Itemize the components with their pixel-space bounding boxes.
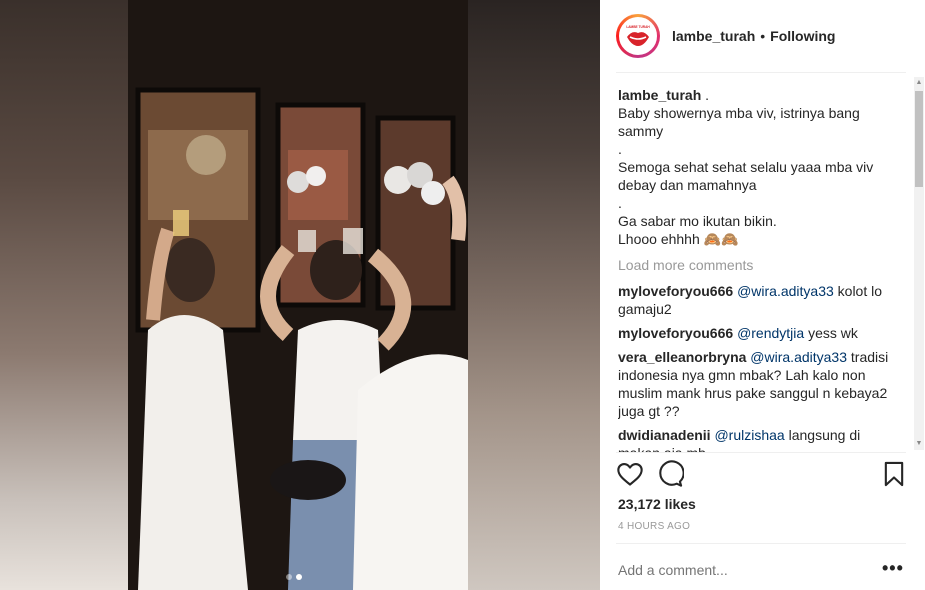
comments-scrollbar[interactable]: ▲ ▼ [914, 77, 924, 450]
header-username[interactable]: lambe_turah [672, 28, 755, 44]
comment-bubble-icon [659, 460, 685, 487]
list-item: dwidianadenii @rulzishaa langsung di mak… [618, 426, 903, 452]
scrollbar-thumb[interactable] [915, 91, 923, 187]
caption-line: Ga sabar mo ikutan bikin. [618, 213, 777, 229]
add-comment-input[interactable] [618, 562, 858, 578]
scroll-down-arrow-icon[interactable]: ▼ [914, 438, 924, 450]
header-divider [616, 72, 906, 73]
comments-list[interactable]: lambe_turah . Baby showernya mba viv, is… [618, 86, 903, 452]
caption-line: Baby showernya mba viv, istrinya bang sa… [618, 105, 864, 139]
action-bar [616, 460, 908, 492]
post-video[interactable] [128, 0, 468, 590]
video-frame-illustration [128, 0, 468, 590]
comment-username[interactable]: myloveforyou666 [618, 325, 733, 341]
comment-mention[interactable]: @wira.aditya33 [737, 283, 834, 299]
load-more-comments-button[interactable]: Load more comments [618, 256, 903, 274]
media-blur-right [468, 0, 600, 590]
post-media[interactable] [0, 0, 600, 590]
comment-username[interactable]: dwidianadenii [618, 427, 711, 443]
scroll-up-arrow-icon[interactable]: ▲ [914, 77, 924, 89]
comment-mention[interactable]: @wira.aditya33 [750, 349, 847, 365]
comment-button[interactable] [656, 460, 685, 488]
media-blur-left [0, 0, 128, 590]
comment-mention[interactable]: @rulzishaa [714, 427, 784, 443]
header-separator: • [760, 28, 766, 44]
caption-line: . [618, 141, 622, 157]
post-timestamp[interactable]: 4 HOURS AGO [618, 521, 690, 532]
caption: lambe_turah . Baby showernya mba viv, is… [618, 86, 903, 248]
comment-username[interactable]: vera_elleanorbryna [618, 349, 746, 365]
more-options-button[interactable]: ••• [882, 558, 904, 579]
caption-username[interactable]: lambe_turah [618, 87, 701, 103]
post-header: LAMBE TURAH lambe_turah • Following [616, 10, 916, 62]
like-button[interactable] [616, 460, 644, 488]
list-item: myloveforyou666 @rendytjia yess wk [618, 324, 903, 342]
caption-line: . [618, 195, 622, 211]
lips-logo-icon: LAMBE TURAH [622, 20, 654, 52]
carousel-dot-2[interactable] [296, 574, 302, 580]
caption-line: Semoga sehat sehat selalu yaaa mba viv d… [618, 159, 878, 193]
carousel-indicator [286, 574, 302, 580]
avatar[interactable]: LAMBE TURAH [616, 14, 660, 58]
svg-text:LAMBE TURAH: LAMBE TURAH [626, 25, 650, 29]
likes-count[interactable]: 23,172 likes [618, 496, 696, 512]
comment-mention[interactable]: @rendytjia [737, 325, 804, 341]
post-sidebar: LAMBE TURAH lambe_turah • Following lamb… [600, 0, 925, 590]
caption-line: . [705, 87, 710, 103]
comment-username[interactable]: myloveforyou666 [618, 283, 733, 299]
comment-text: yess wk [808, 325, 858, 341]
comments-divider [616, 452, 906, 453]
heart-outline-icon [617, 463, 643, 486]
list-item: vera_elleanorbryna @wira.aditya33 tradis… [618, 348, 903, 420]
caption-line: Lhooo ehhhh 🙈🙈 [618, 231, 739, 247]
follow-status-button[interactable]: Following [770, 28, 835, 44]
footer-divider [616, 543, 906, 544]
save-button[interactable] [880, 460, 908, 488]
carousel-dot-1[interactable] [286, 574, 292, 580]
bookmark-icon [884, 461, 904, 487]
avatar-logo: LAMBE TURAH [619, 17, 657, 55]
list-item: myloveforyou666 @wira.aditya33 kolot lo … [618, 282, 903, 318]
